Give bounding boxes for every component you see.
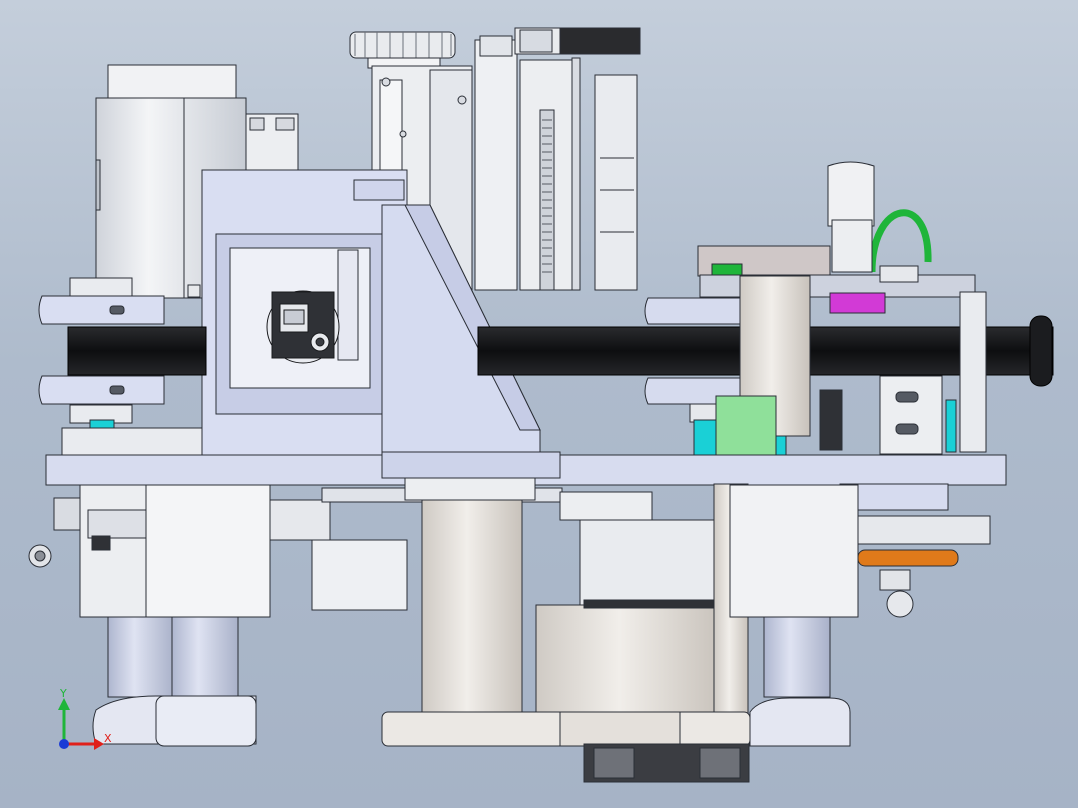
assembly-drawing: Y X [28,27,1054,783]
vacuum-hose [868,209,932,273]
left-top-fittings [245,113,299,177]
x-axis-label: X [104,732,112,745]
left-leg-cylinders [92,616,257,747]
top-knob [349,31,456,69]
camera-sensor [266,290,340,364]
z-axis-dot [59,739,69,749]
left-valve-block [28,484,271,618]
cad-model-viewport[interactable]: Y X [0,0,1078,808]
right-leg-cylinder [749,616,851,747]
base-foot [381,711,751,783]
spring-guide-assembly [474,27,641,291]
y-axis-label: Y [59,687,67,700]
